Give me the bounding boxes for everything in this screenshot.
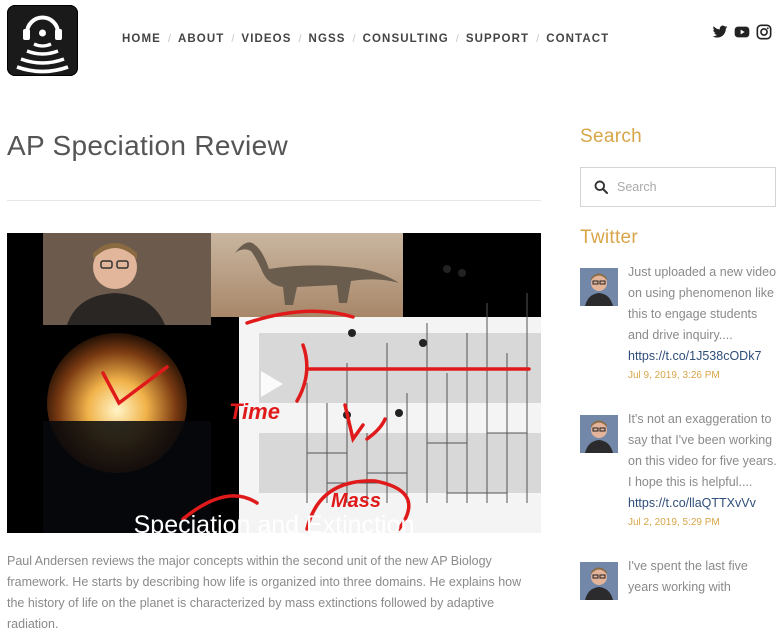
tweet-date[interactable]: Jul 9, 2019, 3:26 PM [628,370,778,381]
avatar[interactable] [580,415,618,453]
site-logo[interactable] [7,5,78,76]
social-links [712,24,772,40]
nav-videos[interactable]: VIDEOS [241,33,291,45]
page-title: AP Speciation Review [7,130,288,161]
video-player[interactable]: Time Mass Speciation and Extinction [7,233,541,533]
title-divider [7,200,541,201]
avatar[interactable] [580,268,618,306]
tweet-date[interactable]: Jul 2, 2019, 5:29 PM [628,517,778,528]
headphones-logo-icon [16,15,69,74]
tweet-text: I've spent the last five years working w… [628,559,748,594]
video-annotation-mass: Mass [331,490,381,512]
avatar[interactable] [580,562,618,600]
nav-support[interactable]: SUPPORT [466,33,529,45]
nav-separator: / [455,33,459,45]
tweet-text: Just uploaded a new video on using pheno… [628,265,777,342]
instagram-icon[interactable] [756,24,772,40]
search-heading: Search [580,126,643,147]
nav-separator: / [536,33,540,45]
nav-separator: / [352,33,356,45]
nav-about[interactable]: ABOUT [178,33,224,45]
nav-separator: / [298,33,302,45]
nav-separator: / [231,33,235,45]
twitter-heading: Twitter [580,227,639,248]
nav-separator: / [167,33,171,45]
nav-consulting[interactable]: CONSULTING [363,33,449,45]
tweet-link[interactable]: https://t.co/1J538cODk7 [628,346,778,367]
video-annotation-time: Time [229,399,280,424]
tweet-text: It's not an exaggeration to say that I'v… [628,412,777,489]
search-box [580,167,776,207]
nav-ngss[interactable]: NGSS [309,33,346,45]
search-icon [594,180,608,194]
tweet-link[interactable]: https://t.co/llaQTTXvVv [628,493,778,514]
youtube-icon[interactable] [734,24,750,40]
video-description: Paul Andersen reviews the major concepts… [7,554,522,631]
nav-home[interactable]: HOME [122,33,161,45]
search-input[interactable] [617,178,767,196]
video-caption: Speciation and Extinction [134,511,415,533]
main-nav: HOME / ABOUT / VIDEOS / NGSS / CONSULTIN… [122,33,609,45]
nav-contact[interactable]: CONTACT [546,33,609,45]
twitter-icon[interactable] [712,24,728,40]
